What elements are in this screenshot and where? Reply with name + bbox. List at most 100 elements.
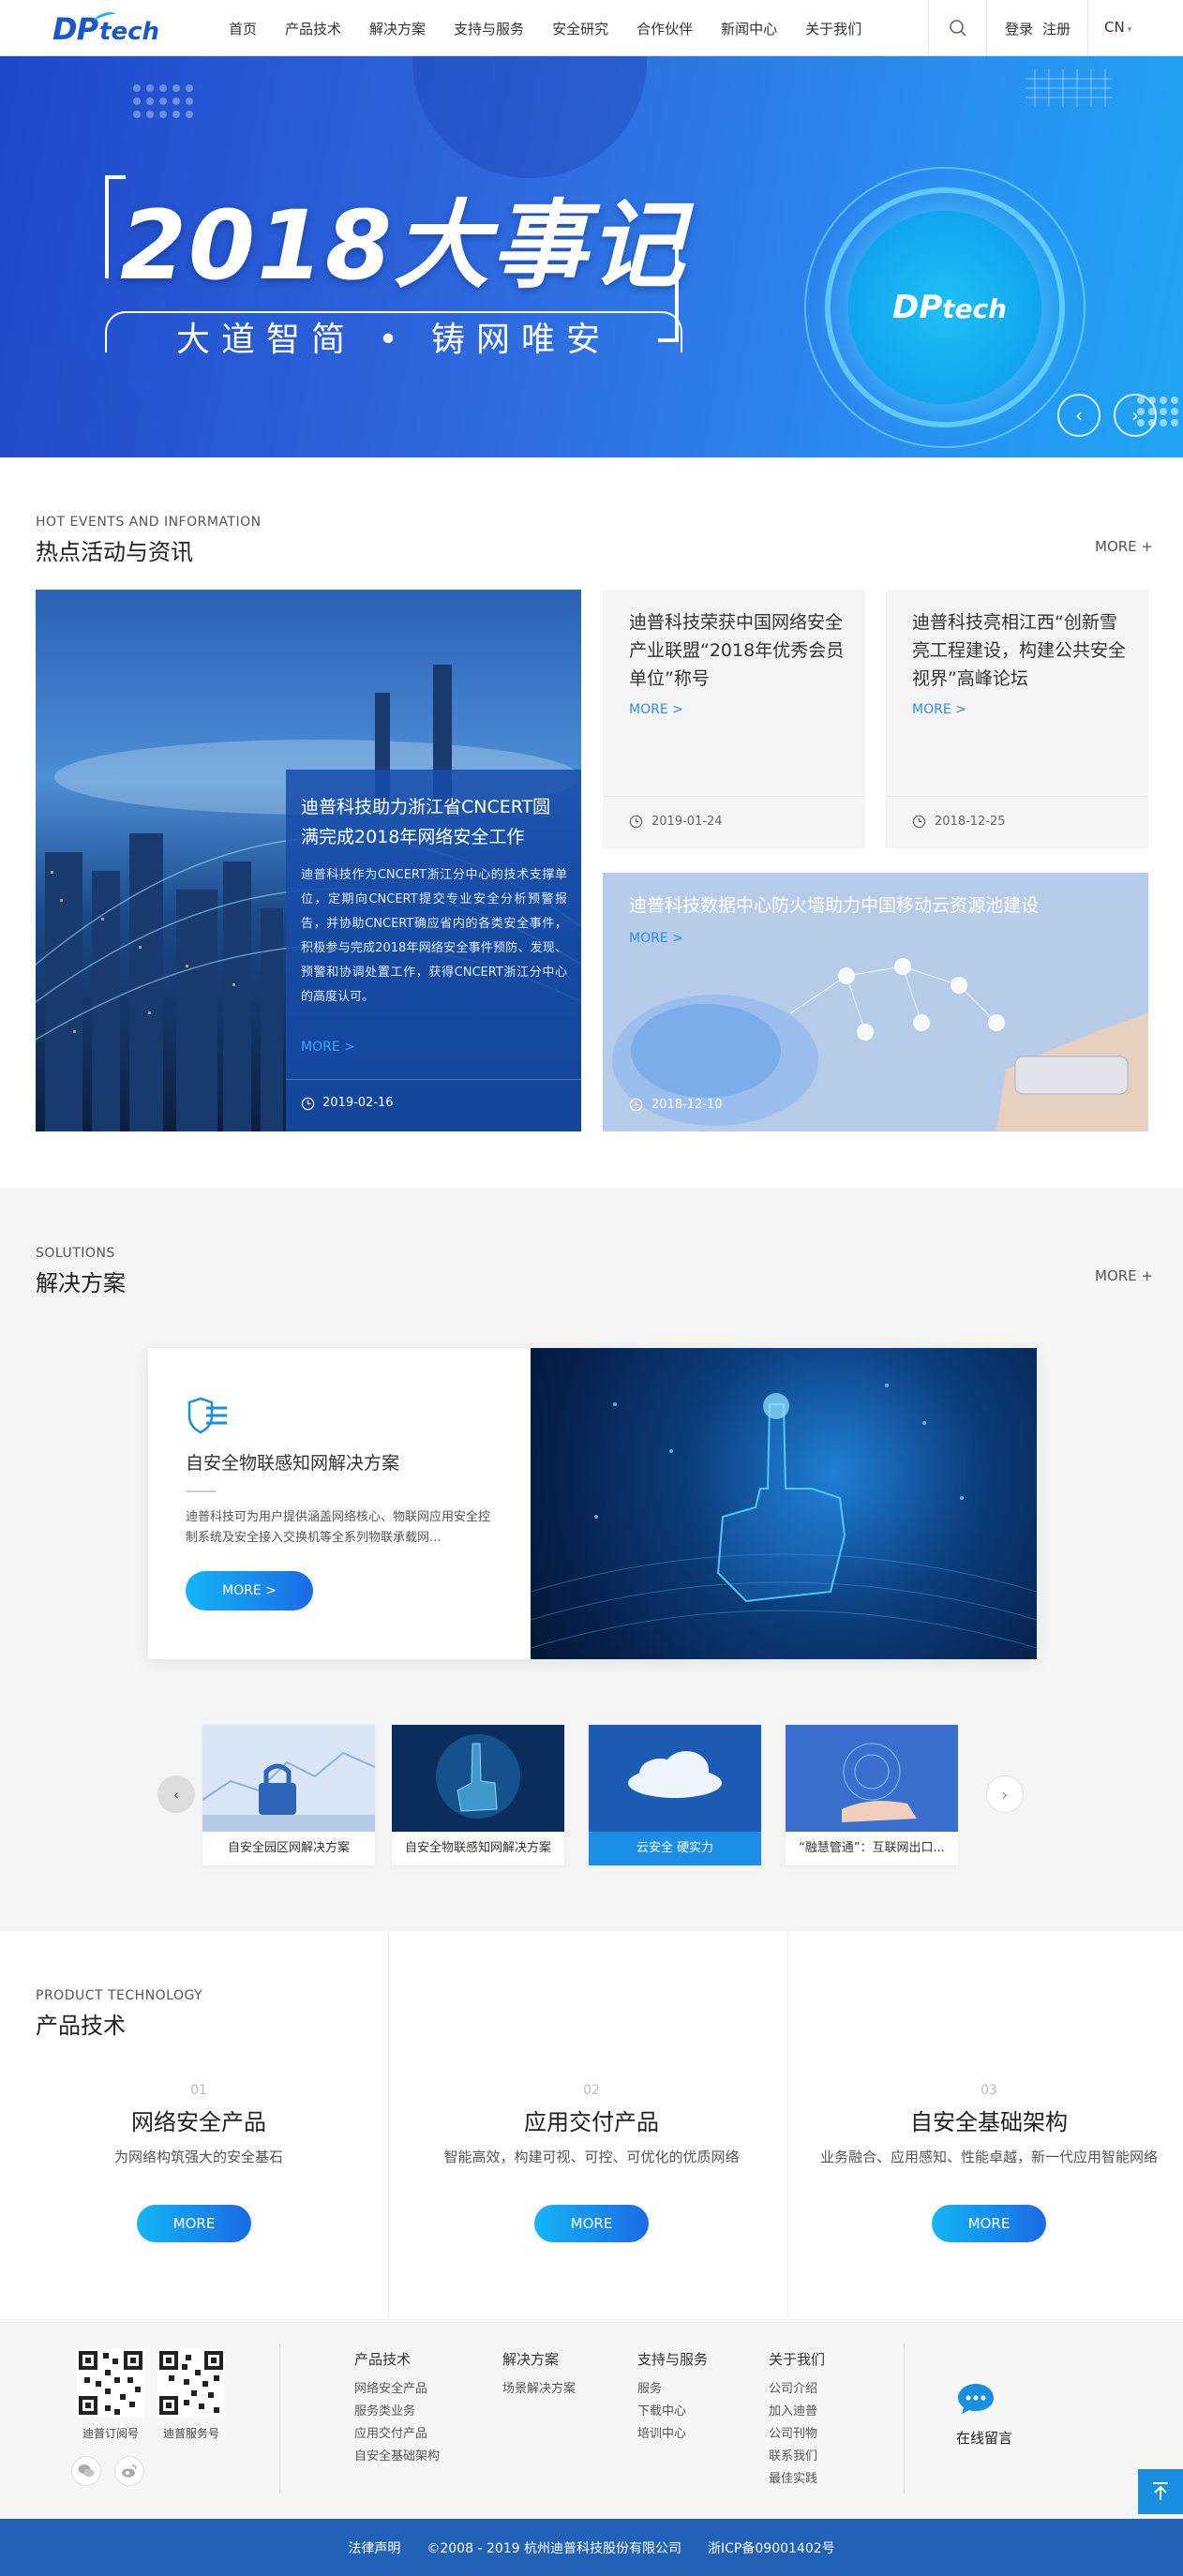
solution-thumb-image: [589, 1725, 761, 1832]
banner-decoration: [412, 56, 647, 178]
wechat-icon[interactable]: [71, 2456, 101, 2486]
nav-item-partners[interactable]: 合作伙伴: [636, 19, 693, 38]
chat-bubble-icon[interactable]: [956, 2382, 996, 2416]
news-wide-card[interactable]: 迪普科技数据中心防火墙助力中国移动云资源池建设 MORE > 2018-12-1…: [603, 873, 1148, 1131]
solution-thumb-label: 自安全物联感知网解决方案: [404, 1841, 551, 1855]
footer-column-title[interactable]: 支持与服务: [637, 2349, 708, 2369]
footer-link[interactable]: 联系我们: [769, 2446, 817, 2464]
news-section-subtitle: HOT EVENTS AND INFORMATION: [36, 515, 262, 530]
news-featured-title[interactable]: 迪普科技助力浙江省CNCERT圆满完成2018年网络安全工作: [301, 792, 567, 852]
banner-prev-button[interactable]: ‹: [1057, 394, 1101, 437]
product-number: 03: [981, 2083, 997, 2098]
search-icon[interactable]: [949, 19, 967, 37]
solutions-section-title: 解决方案: [36, 1270, 126, 1296]
footer-link[interactable]: 公司介绍: [769, 2378, 817, 2396]
footer-column-title[interactable]: 解决方案: [502, 2349, 559, 2369]
nav-item-solutions[interactable]: 解决方案: [369, 19, 426, 38]
footer-link[interactable]: 培训中心: [637, 2423, 686, 2441]
grid-lines-decoration: [1026, 69, 1112, 107]
solutions-next-button[interactable]: ›: [986, 1775, 1024, 1813]
footer-link[interactable]: 网络安全产品: [354, 2378, 427, 2396]
logo-sub-text: tech: [99, 18, 159, 46]
solution-thumb[interactable]: 自安全物联感知网解决方案: [392, 1725, 564, 1865]
digital-hand-graphic: [531, 1384, 1037, 1649]
weibo-icon[interactable]: [114, 2456, 144, 2486]
nav-item-home[interactable]: 首页: [229, 19, 257, 38]
back-to-top-button[interactable]: [1138, 2469, 1183, 2514]
news-more-link[interactable]: MORE +: [1095, 538, 1153, 555]
copyright-text: ©2008 - 2019 杭州迪普科技股份有限公司: [427, 2540, 682, 2556]
footer-link[interactable]: 自安全基础架构: [354, 2446, 440, 2464]
nav-item-research[interactable]: 安全研究: [552, 19, 608, 38]
news-wide-title[interactable]: 迪普科技数据中心防火墙助力中国移动云资源池建设: [629, 891, 1039, 917]
qr-code-service: [157, 2349, 225, 2417]
product-number: 01: [190, 2083, 207, 2098]
solution-thumb[interactable]: “融慧管通”：互联网出口...: [786, 1725, 958, 1865]
footer-link[interactable]: 服务类业务: [354, 2401, 415, 2419]
product-title[interactable]: 自安全基础架构: [790, 2104, 1183, 2136]
nav-item-news[interactable]: 新闻中心: [721, 19, 777, 38]
legal-link[interactable]: 法律声明: [348, 2539, 400, 2557]
nav-item-about[interactable]: 关于我们: [805, 19, 861, 38]
header-divider: [1087, 0, 1088, 56]
language-select[interactable]: CN ▾: [1104, 19, 1131, 36]
clock-icon: [301, 1097, 315, 1111]
solution-featured-image: [531, 1348, 1037, 1659]
banner-next-button[interactable]: ›: [1114, 394, 1157, 437]
clock-icon: [629, 815, 643, 829]
news-card-title[interactable]: 迪普科技荣获中国网络安全产业联盟“2018年优秀会员单位”称号: [629, 608, 845, 693]
solution-featured-title[interactable]: 自安全物联感知网解决方案: [186, 1449, 399, 1475]
language-label: CN: [1104, 19, 1125, 36]
footer-link[interactable]: 应用交付产品: [354, 2423, 427, 2441]
nav-item-products[interactable]: 产品技术: [285, 19, 341, 38]
banner-slogan-frame: 大道智简 • 铸网唯安: [105, 311, 682, 359]
register-link[interactable]: 注册: [1042, 19, 1071, 38]
news-card-more-link[interactable]: MORE >: [912, 702, 966, 717]
divider: [886, 796, 1148, 797]
clock-icon: [912, 815, 926, 829]
footer-column-title[interactable]: 产品技术: [354, 2349, 411, 2369]
solutions-prev-button[interactable]: ‹: [157, 1775, 195, 1813]
login-link[interactable]: 登录: [1005, 19, 1033, 38]
news-wide-more-link[interactable]: MORE >: [629, 931, 683, 946]
product-more-button[interactable]: MORE: [534, 2205, 649, 2242]
news-featured-more-link[interactable]: MORE >: [301, 1040, 355, 1055]
nav-item-support[interactable]: 支持与服务: [454, 19, 524, 38]
icp-text[interactable]: 浙ICP备09001402号: [708, 2539, 835, 2557]
main-nav: 首页 产品技术 解决方案 支持与服务 安全研究 合作伙伴 新闻中心 关于我们: [229, 0, 890, 56]
header-divider: [986, 0, 987, 56]
footer-column-title[interactable]: 关于我们: [769, 2349, 825, 2369]
banner-decoration: [0, 347, 159, 457]
solutions-more-link[interactable]: MORE +: [1095, 1267, 1153, 1284]
news-featured-summary: 迪普科技作为CNCERT浙江分中心的技术支撑单位，定期向CNCERT提交专业安全…: [301, 868, 567, 1004]
solution-thumb[interactable]: 自安全园区网解决方案: [202, 1725, 375, 1865]
solution-thumb-active[interactable]: 云安全 硬实力: [589, 1725, 761, 1865]
news-card[interactable]: 迪普科技荣获中国网络安全产业联盟“2018年优秀会员单位”称号 MORE > 2…: [603, 590, 865, 848]
hand-network-image: [786, 1725, 958, 1832]
footer-link[interactable]: 加入迪普: [769, 2401, 817, 2419]
news-section-title: 热点活动与资讯: [36, 539, 193, 565]
solution-more-button[interactable]: MORE >: [186, 1571, 313, 1610]
footer-link[interactable]: 公司刊物: [769, 2423, 817, 2441]
banner-logo-main: DP: [892, 289, 943, 326]
product-desc: 为网络构筑强大的安全基石: [113, 2149, 283, 2165]
online-message-link[interactable]: 在线留言: [956, 2428, 1012, 2448]
news-card-date: 2019-01-24: [651, 815, 723, 829]
footer-link[interactable]: 下载中心: [637, 2401, 686, 2419]
news-card-title[interactable]: 迪普科技亮相江西“创新雪亮工程建设，构建公共安全视界”高峰论坛: [912, 608, 1128, 693]
dot-grid-decoration: [133, 84, 193, 118]
news-wide-date: 2018-12-10: [651, 1098, 723, 1112]
product-more-button[interactable]: MORE: [932, 2205, 1046, 2242]
footer-link[interactable]: 服务: [637, 2378, 662, 2396]
footer-link[interactable]: 最佳实践: [769, 2468, 817, 2486]
product-title[interactable]: 应用交付产品: [393, 2104, 790, 2136]
product-title[interactable]: 网络安全产品: [0, 2104, 397, 2136]
site-logo[interactable]: DP tech: [52, 9, 159, 47]
footer-link[interactable]: 场景解决方案: [502, 2378, 576, 2396]
banner-slogan: 大道智简 • 铸网唯安: [175, 321, 612, 359]
news-featured-card[interactable]: 迪普科技助力浙江省CNCERT圆满完成2018年网络安全工作 迪普科技作为CNC…: [36, 590, 581, 1131]
news-card-more-link[interactable]: MORE >: [629, 702, 683, 717]
hero-banner[interactable]: 2018大事记 大道智简 • 铸网唯安 DPtech: [0, 56, 1183, 457]
product-more-button[interactable]: MORE: [137, 2205, 251, 2242]
news-card[interactable]: 迪普科技亮相江西“创新雪亮工程建设，构建公共安全视界”高峰论坛 MORE > 2…: [886, 590, 1148, 848]
